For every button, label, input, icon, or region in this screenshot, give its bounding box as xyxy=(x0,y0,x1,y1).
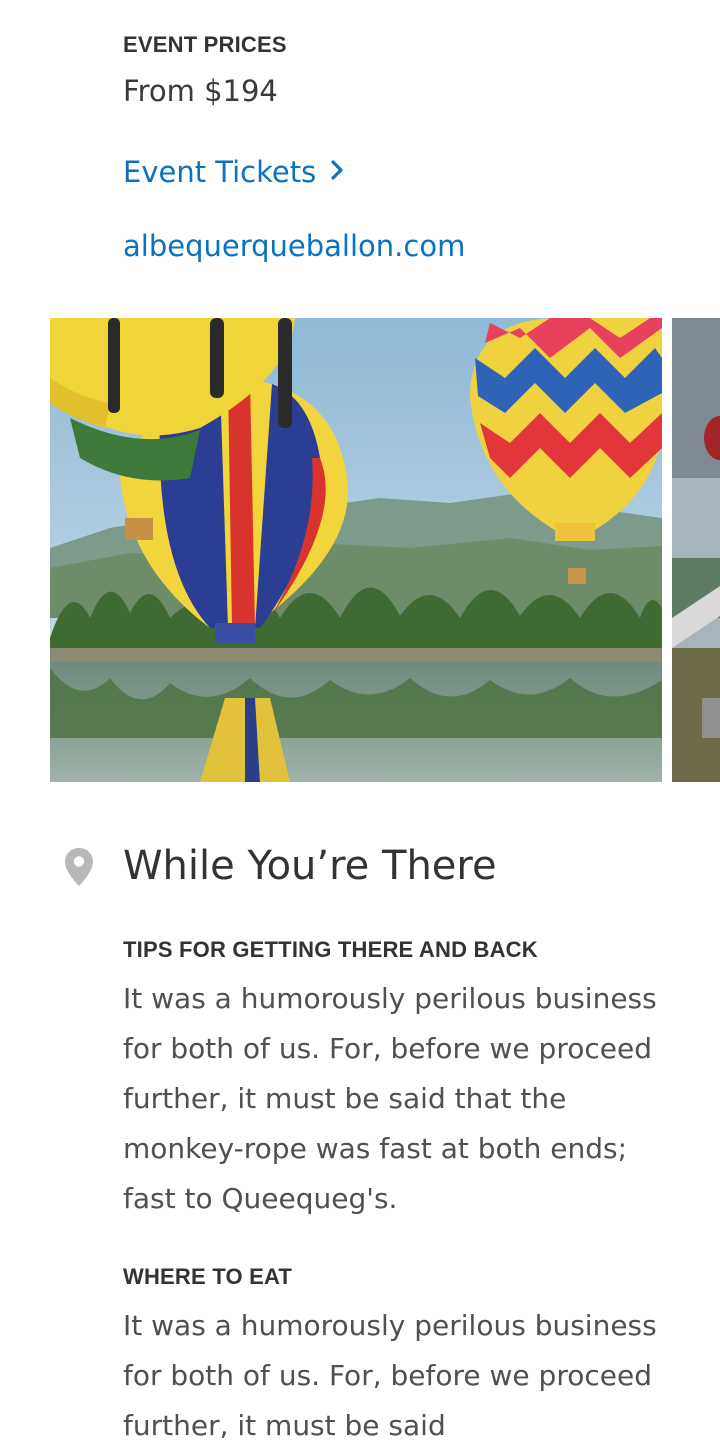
gallery-photo-next[interactable] xyxy=(672,318,720,782)
balloons-lake-image xyxy=(50,318,662,782)
balloon-city-image xyxy=(672,318,720,782)
while-youre-there-title: While You’re There xyxy=(123,843,497,889)
event-tickets-label: Event Tickets xyxy=(123,155,317,189)
event-price-value: From $194 xyxy=(123,74,278,108)
event-tickets-link[interactable]: Event Tickets xyxy=(123,154,344,189)
location-pin-icon xyxy=(64,847,94,891)
website-link[interactable]: albequerqueballon.com xyxy=(123,229,465,263)
page: EVENT PRICES From $194 Event Tickets alb… xyxy=(0,0,720,1456)
tips-body: It was a humorously perilous business fo… xyxy=(123,982,657,1215)
where-to-eat-heading: WHERE TO EAT xyxy=(123,1264,293,1289)
gallery-photo-balloons[interactable] xyxy=(50,318,662,782)
photo-gallery[interactable] xyxy=(50,318,720,782)
where-to-eat-body: It was a humorously perilous business fo… xyxy=(123,1309,657,1442)
chevron-right-icon xyxy=(330,154,344,188)
tips-heading: TIPS FOR GETTING THERE AND BACK xyxy=(123,937,538,962)
event-prices-label: EVENT PRICES xyxy=(123,32,287,57)
